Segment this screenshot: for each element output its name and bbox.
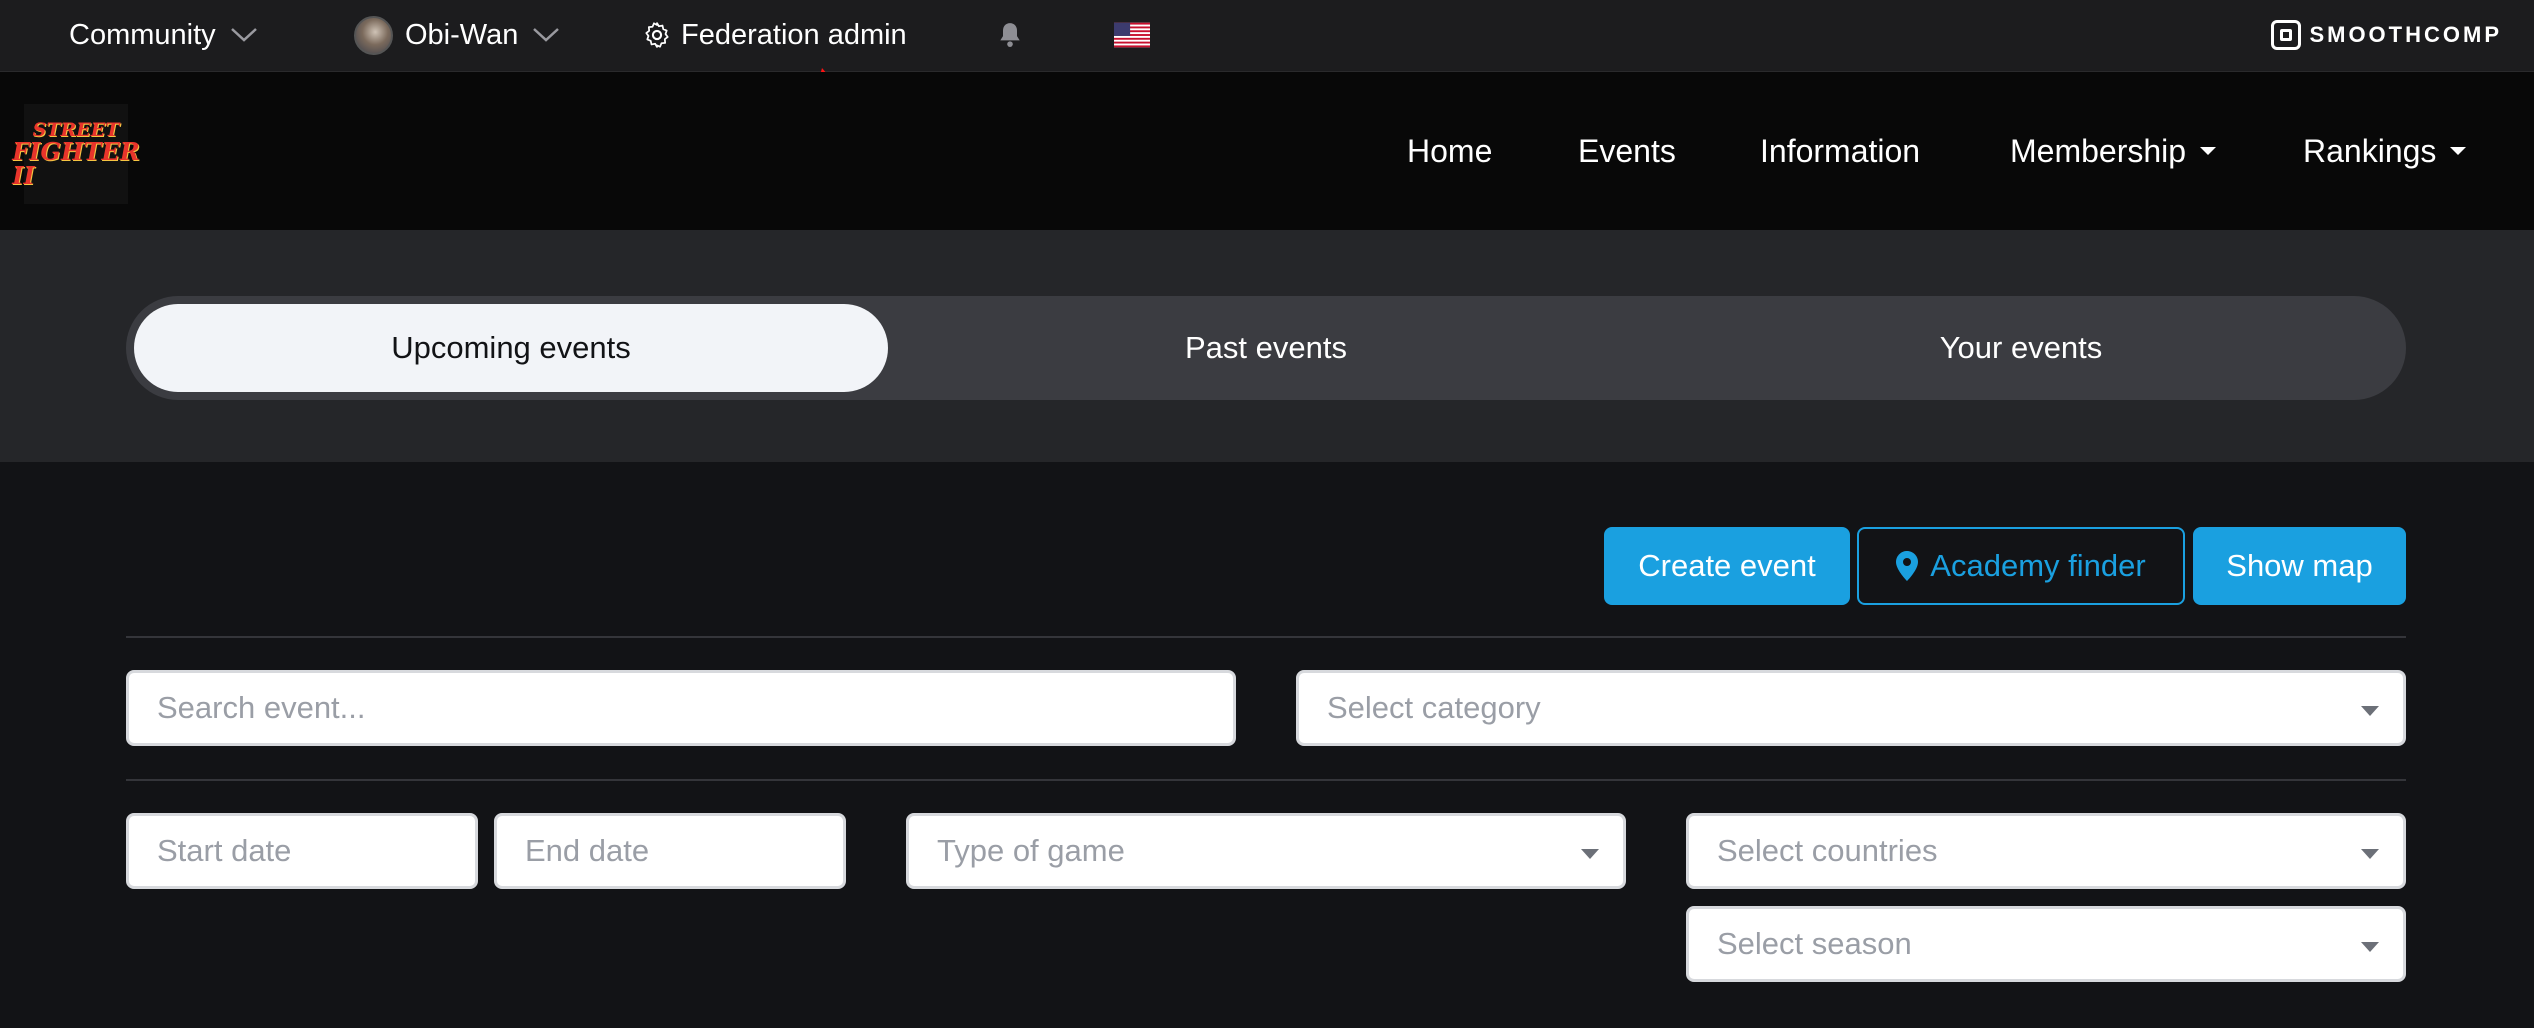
show-map-label: Show map [2226,548,2373,583]
chevron-down-icon [230,28,257,42]
community-label: Community [69,18,216,51]
federation-logo[interactable]: STREET FIGHTER II [12,104,140,204]
search-event-field[interactable] [126,670,1236,746]
divider [126,636,2406,638]
caret-down-icon [2361,942,2379,952]
nav-home[interactable]: Home [1407,72,1492,230]
tab-upcoming-events[interactable]: Upcoming events [134,304,888,392]
nav-information[interactable]: Information [1760,72,1920,230]
end-date-field[interactable] [494,813,846,889]
countries-select[interactable]: Select countries [1686,813,2406,889]
user-name: Obi-Wan [405,18,519,51]
tab-label: Past events [1185,330,1347,365]
logo-line-2: FIGHTER II [12,136,140,190]
avatar [354,15,393,55]
nav-events[interactable]: Events [1578,72,1676,230]
caret-down-icon [2200,147,2217,155]
us-flag-icon [1114,22,1150,48]
map-pin-icon [1896,551,1919,581]
create-event-button[interactable]: Create event [1604,527,1850,605]
game-type-placeholder: Type of game [937,833,1125,868]
tab-label: Upcoming events [391,330,631,365]
start-date-input[interactable] [157,833,475,869]
smoothcomp-logo[interactable]: SMOOTHCOMP [2271,0,2502,70]
category-select[interactable]: Select category [1296,670,2406,746]
create-event-label: Create event [1638,548,1816,583]
notifications-button[interactable] [997,0,1023,70]
show-map-button[interactable]: Show map [2193,527,2406,605]
chevron-down-icon [533,28,560,42]
nav-rankings[interactable]: Rankings [2303,72,2467,230]
events-tabs: Upcoming events Past events Your events [126,296,2406,400]
gear-icon [645,22,669,48]
community-menu[interactable]: Community [69,0,258,70]
nav-membership-label: Membership [2010,132,2187,169]
top-utility-bar: Community Obi-Wan Federation admin SMOOT… [0,0,2534,72]
federation-admin-label: Federation admin [681,18,907,51]
tab-past-events[interactable]: Past events [889,304,1643,392]
smoothcomp-brand: SMOOTHCOMP [2309,22,2502,47]
nav-home-label: Home [1407,132,1493,169]
smoothcomp-logo-icon [2271,20,2302,50]
countries-placeholder: Select countries [1717,833,1938,868]
bell-icon [1000,23,1020,47]
nav-rankings-label: Rankings [2303,132,2437,169]
tab-your-events[interactable]: Your events [1644,304,2398,392]
divider [126,779,2406,781]
user-menu[interactable]: Obi-Wan [354,0,560,70]
season-select[interactable]: Select season [1686,906,2406,982]
start-date-field[interactable] [126,813,478,889]
caret-down-icon [2361,849,2379,859]
tab-label: Your events [1939,330,2103,365]
caret-down-icon [1581,849,1599,859]
nav-events-label: Events [1578,132,1676,169]
nav-information-label: Information [1760,132,1921,169]
academy-finder-button[interactable]: Academy finder [1857,527,2185,605]
season-placeholder: Select season [1717,926,1912,961]
nav-membership[interactable]: Membership [2010,72,2217,230]
search-event-input[interactable] [157,690,1233,726]
language-selector[interactable] [1114,0,1150,70]
category-placeholder: Select category [1327,690,1541,725]
end-date-input[interactable] [525,833,843,869]
caret-down-icon [2361,706,2379,716]
caret-down-icon [2450,147,2467,155]
academy-finder-label: Academy finder [1930,548,2146,583]
game-type-select[interactable]: Type of game [906,813,1626,889]
